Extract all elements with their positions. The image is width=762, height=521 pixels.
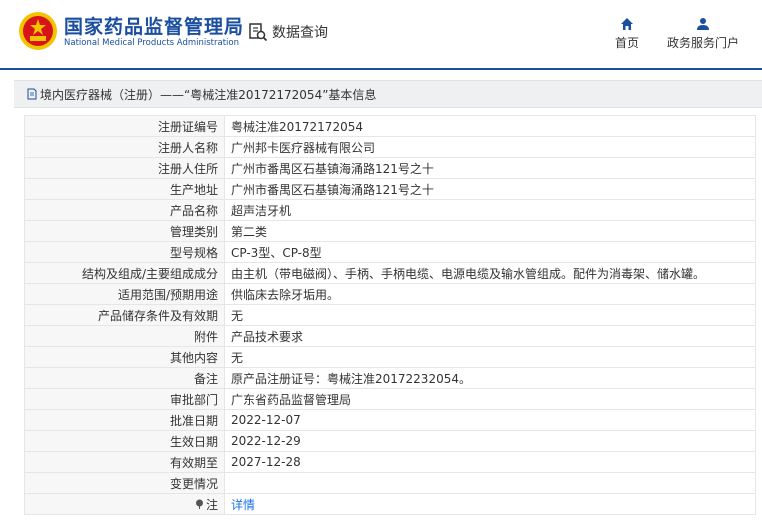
field-label: 产品名称 [24,199,225,221]
details-link[interactable]: 详情 [231,498,255,512]
detail-panel: 注册证编号 粤械注准20172172054 注册人名称 广州邦卡医疗器械有限公司 注册人… [24,115,756,515]
detail-table: 注册证编号 粤械注准20172172054 注册人名称 广州邦卡医疗器械有限公司 注册人… [24,115,756,515]
field-value: 2022-12-07 [224,409,756,431]
field-label: 型号规格 [24,241,225,263]
nav-gov-portal[interactable]: 政务服务门户 [664,17,742,51]
field-label: 生效日期 [24,430,225,452]
field-label: 产品储存条件及有效期 [24,304,225,326]
note-label-cell: 注 [24,493,225,515]
table-row: 结构及组成/主要组成成分 由主机（带电磁阀）、手柄、手柄电缆、电源电缆及输水管组成… [24,262,756,284]
field-label: 生产地址 [24,178,225,200]
table-row: 有效期至 2027-12-28 [24,451,756,473]
user-icon [697,18,709,30]
table-row: 其他内容无 [24,346,756,368]
field-label: 变更情况 [24,472,225,494]
pin-icon [195,499,203,509]
nav-gov-portal-label: 政务服务门户 [666,36,739,50]
data-query-label: 数据查询 [272,25,328,41]
data-query-link[interactable]: 数据查询 [248,22,328,42]
header-divider [0,68,762,70]
field-label: 有效期至 [24,451,225,473]
field-label: 注册人住所 [24,157,225,179]
table-row: 批准日期 2022-12-07 [24,409,756,431]
table-row: 审批部门 广东省药品监督管理局 [24,388,756,410]
field-value: 供临床去除牙垢用。 [224,283,756,305]
field-label: 备注 [24,367,225,389]
table-row: 生产地址 广州市番禺区石基镇海涌路121号之十 [24,178,756,200]
field-label: 注册证编号 [24,115,225,137]
table-row: 适用范围/预期用途 供临床去除牙垢用。 [24,283,756,305]
brand-title: 国家药品监督管理局 [64,16,245,38]
field-value: 无 [224,346,756,368]
brand-subtitle: National Medical Products Administration [64,38,239,48]
table-row: 产品名称 超声洁牙机 [24,199,756,221]
data-query-icon [249,23,268,42]
table-row: 注册人住所 广州市番禺区石基镇海涌路121号之十 [24,157,756,179]
field-value: 2022-12-29 [224,430,756,452]
table-row: 注册人名称 广州邦卡医疗器械有限公司 [24,136,756,158]
note-value-cell: 详情 [224,493,756,515]
table-row: 备注 原产品注册证号：粤械注准20172232054。 [24,367,756,389]
field-value: 广州市番禺区石基镇海涌路121号之十 [224,157,756,179]
field-value: 由主机（带电磁阀）、手柄、手柄电缆、电源电缆及输水管组成。配件为消毒架、储水罐。 [224,262,756,284]
document-icon [27,88,37,100]
field-value: 超声洁牙机 [224,199,756,221]
breadcrumb: 境内医疗器械（注册）——“粤械注准20172172054”基本信息 [14,80,762,108]
field-value: 原产品注册证号：粤械注准20172232054。 [224,367,756,389]
table-row: 附件 产品技术要求 [24,325,756,347]
field-label: 其他内容 [24,346,225,368]
field-label: 适用范围/预期用途 [24,283,225,305]
national-emblem-icon [19,12,57,50]
field-label: 批准日期 [24,409,225,431]
site-header: 国家药品监督管理局 National Medical Products Admi… [0,0,762,70]
note-label: 注 [205,497,218,512]
field-value: 广州邦卡医疗器械有限公司 [224,136,756,158]
nav-home[interactable]: 首页 [612,17,642,51]
table-row-note: 注 详情 [24,493,756,515]
field-value: 粤械注准20172172054 [224,115,756,137]
field-value: 广州市番禺区石基镇海涌路121号之十 [224,178,756,200]
table-row: 产品储存条件及有效期无 [24,304,756,326]
field-value: 广东省药品监督管理局 [224,388,756,410]
table-row: 变更情况 [24,472,756,494]
breadcrumb-text: 境内医疗器械（注册）——“粤械注准20172172054”基本信息 [40,87,377,102]
field-label: 管理类别 [24,220,225,242]
field-value: 无 [224,304,756,326]
field-value: 产品技术要求 [224,325,756,347]
home-icon [621,18,633,30]
field-label: 审批部门 [24,388,225,410]
field-label: 结构及组成/主要组成成分 [24,262,225,284]
table-row: 注册证编号 粤械注准20172172054 [24,115,756,137]
table-row: 管理类别 第二类 [24,220,756,242]
table-row: 型号规格 CP-3型、CP-8型 [24,241,756,263]
table-row: 生效日期 2022-12-29 [24,430,756,452]
field-label: 附件 [24,325,225,347]
field-value: 第二类 [224,220,756,242]
field-label: 注册人名称 [24,136,225,158]
field-value: CP-3型、CP-8型 [224,241,756,263]
nav-home-label: 首页 [614,36,639,50]
field-value: 2027-12-28 [224,451,756,473]
field-value [224,472,756,494]
